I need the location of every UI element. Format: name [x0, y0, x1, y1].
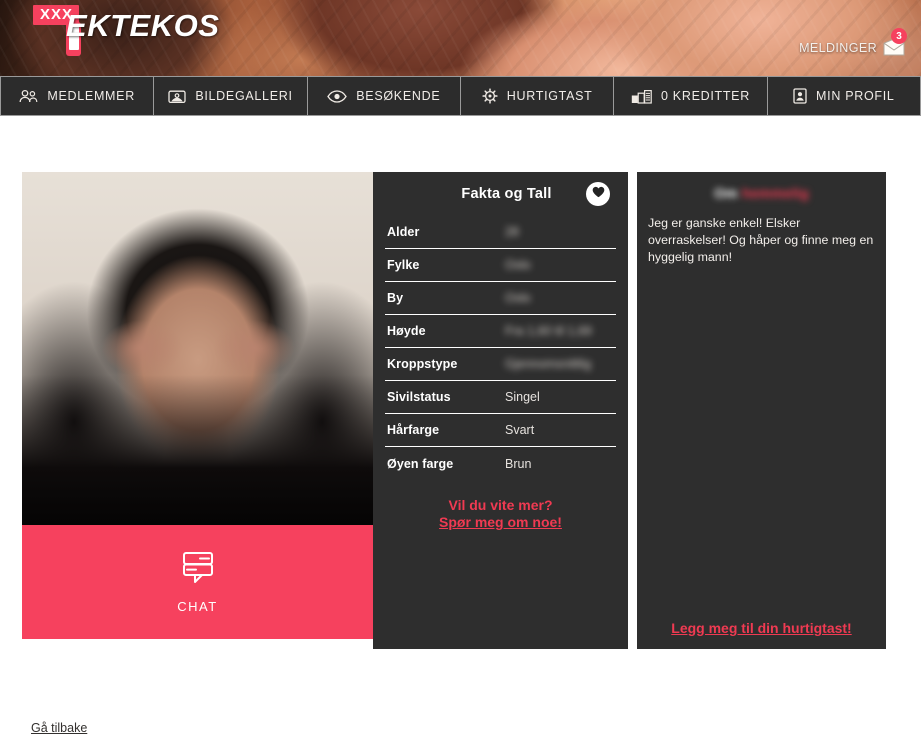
- add-to-hurtigtast-link[interactable]: Legg meg til din hurtigtast!: [637, 620, 886, 636]
- profile-photo-image: [22, 172, 373, 525]
- nav-item-besokende[interactable]: BESØKENDE: [306, 76, 461, 116]
- gallery-icon: [168, 89, 186, 104]
- nav-label: 0 KREDITTER: [660, 89, 750, 103]
- nav-label: BESØKENDE: [356, 89, 441, 103]
- eye-icon: [327, 89, 348, 103]
- fact-key: Høyde: [387, 324, 426, 338]
- fact-row: Sivilstatus Singel: [385, 381, 616, 414]
- fact-key: Hårfarge: [387, 423, 440, 437]
- messages-count-badge: 3: [891, 28, 907, 44]
- about-panel: Om hemmelig Jeg er ganske enkel! Elsker …: [637, 172, 886, 649]
- fact-value: Svart: [505, 423, 535, 437]
- fact-value: 28: [505, 225, 519, 239]
- fact-row: Kroppstype Gjennomsnittlig: [385, 348, 616, 381]
- profile-card-icon: [793, 88, 807, 104]
- site-header: XXX EKTEKOS MELDINGER 3: [0, 0, 921, 76]
- fact-row: By Oslo: [385, 282, 616, 315]
- back-link[interactable]: Gå tilbake: [31, 721, 87, 735]
- chat-button[interactable]: CHAT: [22, 525, 373, 639]
- heart-icon: [592, 185, 605, 203]
- fact-value: Gjennomsnittlig: [505, 357, 592, 371]
- nav-item-bildegalleri[interactable]: BILDEGALLERI: [153, 76, 308, 116]
- messages-label: MELDINGER: [799, 41, 877, 55]
- nav-item-hurtigtast[interactable]: HURTIGTAST: [459, 76, 615, 116]
- credits-icon: [631, 89, 652, 104]
- logo-wordmark: EKTEKOS: [66, 8, 220, 43]
- favorite-button[interactable]: [586, 182, 610, 206]
- fact-key: Sivilstatus: [387, 390, 451, 404]
- members-icon: [19, 89, 38, 104]
- nav-item-min-profil[interactable]: MIN PROFIL: [766, 76, 921, 116]
- chat-button-label: CHAT: [177, 598, 218, 614]
- fact-row: Høyde Fra 1,60 til 1,69: [385, 315, 616, 348]
- chat-bubbles-icon: [178, 551, 218, 590]
- nav-label: MEDLEMMER: [47, 89, 135, 103]
- facts-table: Alder 28 Fylke Oslo By Oslo Høyde Fra 1,…: [385, 216, 616, 480]
- fact-key: Øyen farge: [387, 456, 454, 471]
- fact-key: Fylke: [387, 258, 420, 272]
- about-text: Jeg er ganske enkel! Elsker overraskelse…: [648, 216, 874, 264]
- fact-row: Øyen farge Brun: [385, 447, 616, 480]
- fact-value: Brun: [505, 456, 532, 471]
- fact-row: Hårfarge Svart: [385, 414, 616, 447]
- nav-item-medlemmer[interactable]: MEDLEMMER: [0, 76, 155, 116]
- fact-value: Singel: [505, 390, 540, 404]
- nav-item-kreditter[interactable]: 0 KREDITTER: [613, 76, 768, 116]
- main-content: CHAT Fakta og Tall Alder 28 Fylke Oslo B…: [0, 116, 921, 735]
- nav-label: HURTIGTAST: [506, 89, 593, 103]
- facts-title: Fakta og Tall: [461, 186, 552, 202]
- fact-key: Alder: [387, 225, 420, 239]
- fact-value: Oslo: [505, 258, 531, 272]
- messages-link[interactable]: MELDINGER 3: [799, 28, 907, 58]
- ask-me-link[interactable]: Vil du vite mer? Spør meg om noe!: [373, 497, 628, 531]
- star-gear-icon: [482, 88, 498, 104]
- ask-me-line2: Spør meg om noe!: [439, 514, 562, 530]
- facts-header: Fakta og Tall: [373, 172, 628, 216]
- fact-value: Fra 1,60 til 1,69: [505, 324, 592, 338]
- fact-key: By: [387, 291, 404, 305]
- site-logo[interactable]: XXX EKTEKOS: [27, 5, 226, 56]
- facts-panel: Fakta og Tall Alder 28 Fylke Oslo By Osl…: [373, 172, 628, 649]
- nav-label: MIN PROFIL: [816, 89, 895, 103]
- fact-key: Kroppstype: [387, 357, 458, 371]
- main-navigation: MEDLEMMER BILDEGALLERI BESØKENDE HURTIGT…: [0, 76, 921, 116]
- nav-label: BILDEGALLERI: [195, 89, 293, 103]
- about-title-name: hemmelig: [741, 185, 809, 201]
- fact-value: Oslo: [505, 291, 531, 305]
- fact-row: Fylke Oslo: [385, 249, 616, 282]
- ask-me-line1: Vil du vite mer?: [448, 497, 553, 513]
- about-title: Om hemmelig: [637, 172, 886, 201]
- about-title-prefix: Om: [714, 185, 738, 201]
- fact-row: Alder 28: [385, 216, 616, 249]
- envelope-icon: 3: [883, 28, 907, 58]
